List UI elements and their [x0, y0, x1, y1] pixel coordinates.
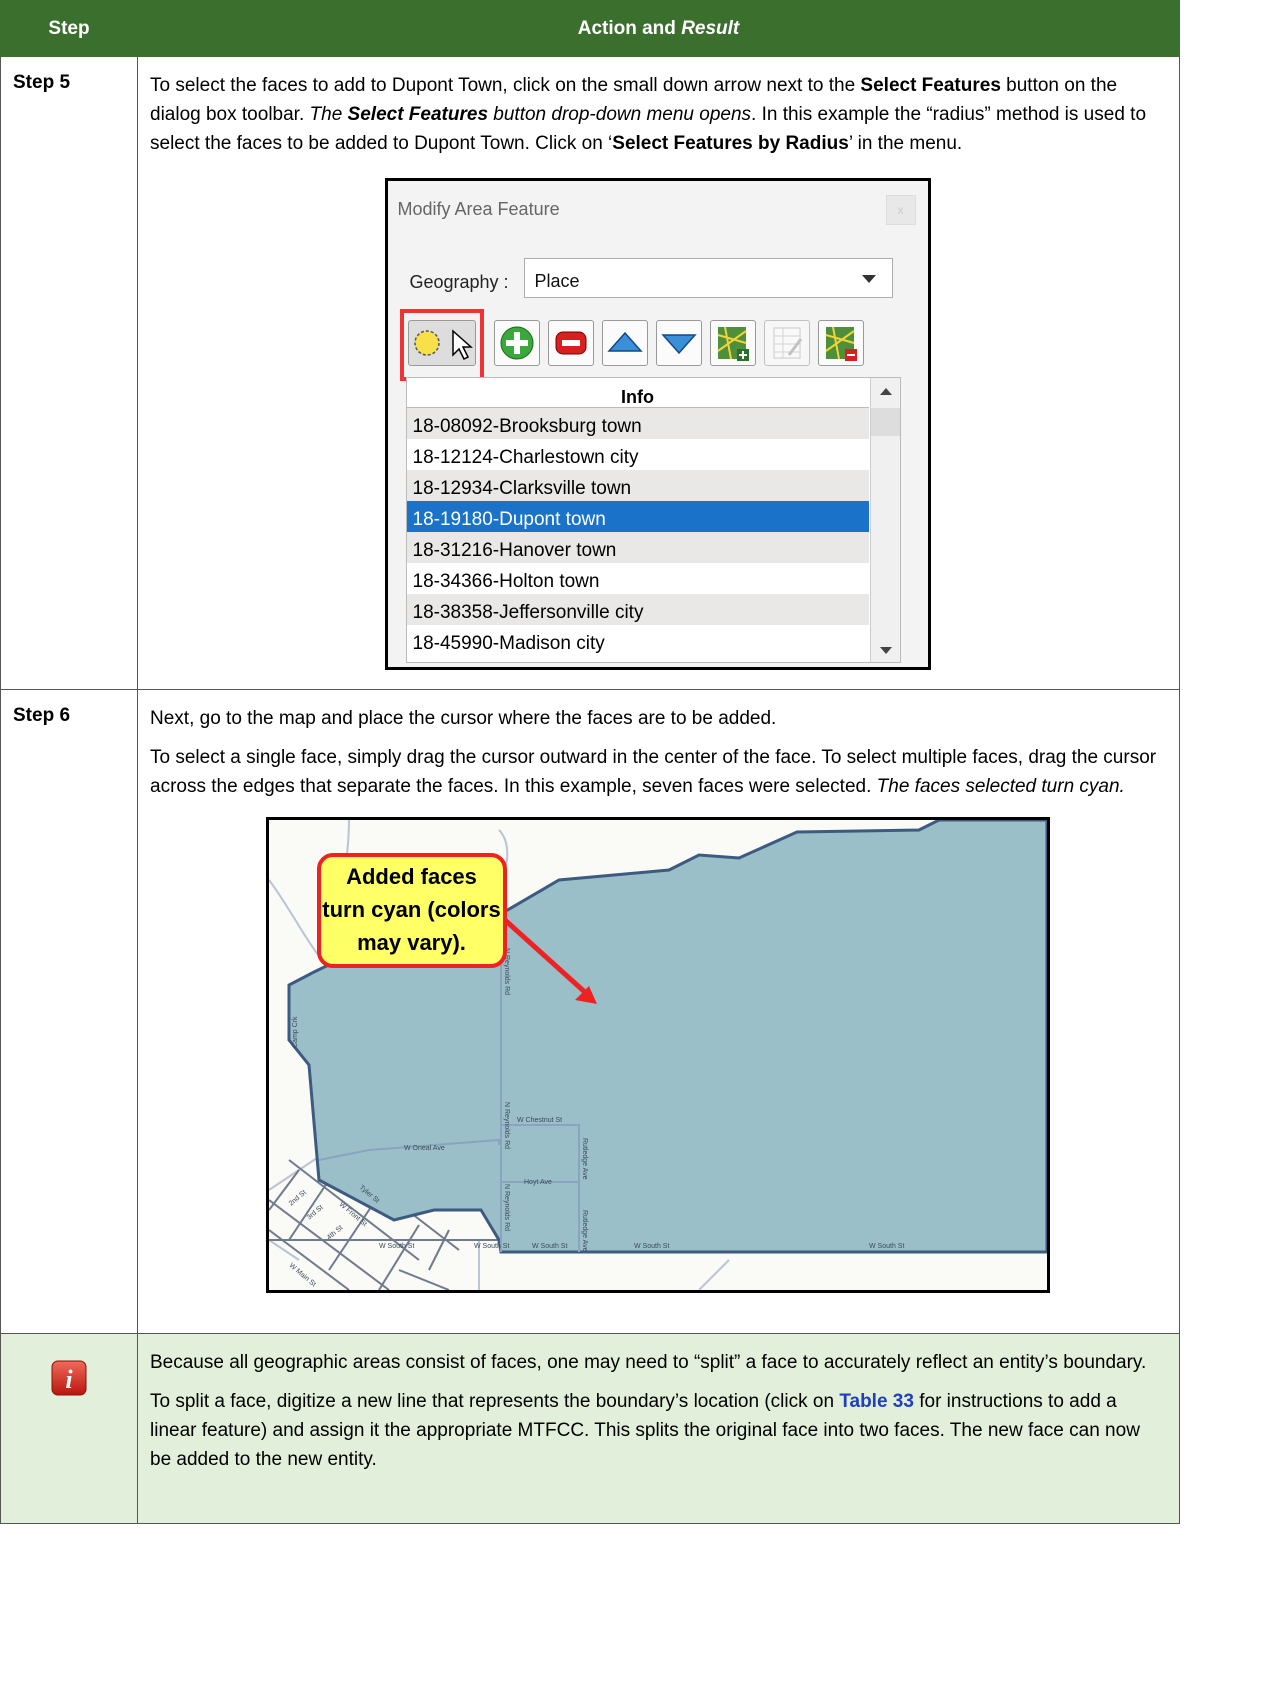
vertical-scrollbar[interactable] — [869, 378, 900, 662]
dialog-screenshot-wrap: Modify Area Feature x Geography : Place — [150, 168, 1165, 682]
edit-table-button[interactable] — [763, 320, 810, 366]
select-features-button[interactable] — [407, 320, 476, 366]
note-icon-cell: i — [0, 1333, 138, 1524]
map-add-icon — [716, 326, 749, 361]
list-item[interactable]: 18-45990-Madison city — [407, 625, 869, 656]
step6-label: Step 6 — [0, 689, 138, 1334]
list-item[interactable]: 18-38358-Jeffersonville city — [406, 594, 869, 625]
street-label-south-4: W South St — [869, 1243, 904, 1250]
dialog-title: Modify Area Feature — [397, 199, 560, 219]
street-label-south-1: W South St — [474, 1243, 509, 1250]
scroll-up-icon[interactable] — [879, 388, 892, 395]
step5-row: Step 5 To select the faces to add to Dup… — [0, 56, 1180, 690]
street-label-chestnut: W Chestnut St — [517, 1117, 562, 1124]
geography-label: Geography : — [409, 272, 509, 292]
modify-area-feature-dialog: Modify Area Feature x Geography : Place — [384, 178, 931, 670]
info-column-header[interactable]: Info — [406, 378, 869, 408]
step5-label: Step 5 — [0, 56, 138, 690]
step5-content: To select the faces to add to Dupont Tow… — [137, 56, 1180, 690]
street-label-south-3: W South St — [634, 1243, 669, 1250]
move-down-button[interactable] — [655, 320, 702, 366]
add-map-feature-button[interactable] — [709, 320, 756, 366]
table-edit-icon — [773, 327, 802, 359]
geography-select-value: Place — [534, 271, 580, 291]
close-icon: x — [897, 203, 904, 217]
chevron-down-icon — [861, 275, 876, 283]
street-label-2nd: 2nd St — [287, 1189, 307, 1207]
street-label-rutledge-1: Rutledge Ave — [581, 1138, 588, 1180]
step5-italic-1: The — [309, 104, 348, 125]
callout-box: Added faces turn cyan (colors may vary). — [316, 853, 507, 968]
note-content: Because all geographic areas consist of … — [137, 1333, 1180, 1524]
street-label-hoyt: Hoyt Ave — [524, 1179, 552, 1186]
step5-text-4: ’ in the menu. — [848, 133, 963, 154]
info-icon: i — [51, 1360, 87, 1396]
note-row: i Because all geographic areas consist o… — [0, 1333, 1180, 1524]
step5-bold-1: Select Features — [860, 75, 1001, 96]
minus-icon — [555, 331, 586, 355]
arrow-up-icon — [606, 331, 643, 352]
callout-line-3: may vary). — [357, 930, 466, 955]
street-label-reynolds-2: N Reynolds Rd — [503, 1102, 510, 1149]
geography-select[interactable]: Place — [523, 258, 893, 298]
plus-icon — [500, 326, 533, 360]
step5-italic-2: button drop-down menu opens — [488, 104, 752, 125]
list-item[interactable]: 18-31216-Hanover town — [406, 532, 869, 563]
street-label-south-left: W South St — [379, 1243, 414, 1250]
note-paragraph-2: To split a face, digitize a new line tha… — [150, 1387, 1165, 1474]
list-item-selected[interactable]: 18-19180-Dupont town — [406, 501, 869, 532]
table-33-link[interactable]: Table 33 — [839, 1391, 914, 1412]
callout-line-1: Added faces — [346, 864, 477, 889]
step6-row: Step 6 Next, go to the map and place the… — [0, 689, 1180, 1334]
header-result-text: Result — [681, 17, 740, 39]
step5-instructions: To select the faces to add to Dupont Tow… — [150, 71, 1165, 158]
step5-bold-2: Select Features by Radius — [612, 133, 849, 154]
list-item[interactable]: 18-12934-Clarksville town — [406, 470, 869, 501]
step6-content: Next, go to the map and place the cursor… — [137, 689, 1180, 1334]
remove-map-feature-button[interactable] — [817, 320, 864, 366]
select-features-icon — [413, 329, 473, 361]
header-action: Action and Result — [137, 0, 1180, 57]
street-label-reynolds-3: N Reynolds Rd — [503, 1184, 510, 1231]
scrollbar-thumb[interactable] — [870, 408, 900, 436]
step5-bold-italic: Select Features — [347, 104, 489, 125]
callout-line-2: turn cyan (colors — [322, 897, 501, 922]
street-label-main: W Main St — [287, 1262, 316, 1288]
note-icon-wrap: i — [1, 1334, 137, 1396]
note-paragraph-1: Because all geographic areas consist of … — [150, 1352, 1147, 1373]
add-button[interactable] — [493, 320, 540, 366]
street-label-3rd: 3rd St — [305, 1204, 324, 1221]
street-label-rutledge-2: Rutledge Ave — [581, 1210, 588, 1252]
arrow-down-icon — [660, 334, 697, 355]
map-remove-icon — [824, 326, 857, 361]
header-action-text: Action and — [577, 17, 682, 39]
street-label-south-2: W South St — [532, 1243, 567, 1250]
scroll-down-icon[interactable] — [879, 647, 892, 654]
header-row: Step Action and Result — [0, 0, 1180, 57]
step6-paragraph-2: To select a single face, simply drag the… — [150, 743, 1165, 801]
street-label-oneal: W Oneal Ave — [404, 1145, 445, 1152]
map-screenshot-wrap: W Chestnut St W Oneal Ave Hoyt Ave W Sou… — [150, 811, 1165, 1305]
street-label-camp: Camp Crk — [292, 1016, 299, 1048]
procedure-table: Step Action and Result Step 5 To select … — [0, 0, 1180, 1524]
note-text-1: To split a face, digitize a new line tha… — [150, 1391, 840, 1412]
info-icon-letter: i — [65, 1365, 73, 1394]
remove-button[interactable] — [547, 320, 594, 366]
list-item[interactable]: 18-34366-Holton town — [407, 563, 869, 594]
dialog-close-button[interactable]: x — [885, 195, 916, 225]
step6-italic: The faces selected turn cyan. — [876, 776, 1125, 797]
info-list: Info 18-08092-Brooksburg town 18-12124-C… — [405, 377, 901, 663]
step6-paragraph-1: Next, go to the map and place the cursor… — [150, 708, 777, 729]
list-item[interactable]: 18-12124-Charlestown city — [407, 439, 869, 470]
move-up-button[interactable] — [601, 320, 648, 366]
map-screenshot: W Chestnut St W Oneal Ave Hoyt Ave W Sou… — [265, 817, 1050, 1293]
header-step: Step — [0, 0, 138, 57]
step5-text-1: To select the faces to add to Dupont Tow… — [150, 75, 861, 96]
list-item[interactable]: 18-08092-Brooksburg town — [406, 408, 869, 439]
street-label-4th: 4th St — [325, 1224, 344, 1241]
